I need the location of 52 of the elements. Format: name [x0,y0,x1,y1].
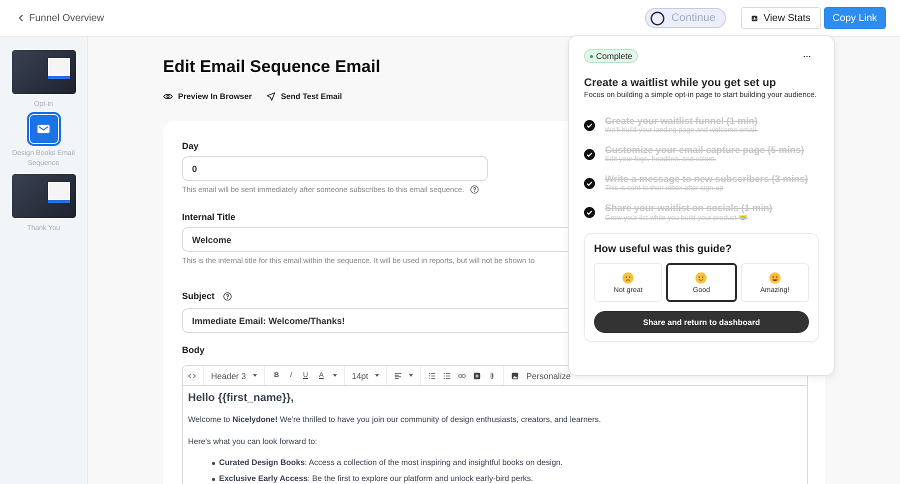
email-paragraph: Welcome to Nicelydone! We're thrilled to have you join our community of design enthusiasts, creators, and learners. [188,415,602,425]
image-icon[interactable] [511,372,520,380]
field-label: Internal Title [182,212,236,222]
field-label: Day [182,141,199,151]
chart-icon [751,14,758,22]
caret-icon [409,374,414,377]
action-link[interactable]: Send Test Email [266,91,342,101]
add-block-icon[interactable] [473,372,482,380]
email-paragraph: Here's what you can look forward to: [188,437,318,447]
email-bullet-item: Curated Design Books: Access a collection of the most inspiring and insightful books on design. [219,458,563,468]
bullet-icon [212,478,215,480]
code-view-icon[interactable] [188,372,196,380]
bullet-icon [212,462,215,464]
email-step-tile[interactable] [30,115,58,144]
field-label: Body [182,345,204,355]
send-icon [266,92,276,100]
envelope-icon [37,124,50,134]
progress-ring-icon [650,10,666,26]
align-icon[interactable] [394,372,402,380]
chevron-left-icon [18,14,24,22]
personalize-dropdown[interactable]: Personalize [526,370,571,380]
smile-emoji-icon [695,272,708,284]
page-thumbnail[interactable] [12,50,76,94]
share-return-button[interactable]: Share and return to dashboard [594,311,809,333]
eye-icon [163,92,173,100]
block-style-dropdown[interactable]: Header 3 [211,370,246,380]
page-title: Edit Email Sequence Email [163,57,382,77]
status-badge: Complete [584,49,638,63]
caret-icon [252,374,257,377]
page-thumbnail[interactable] [12,174,76,218]
caret-icon [375,374,380,377]
more-options-icon[interactable] [803,54,811,58]
email-greeting: Hello {{first_name}}, [188,392,295,405]
numbered-list-icon[interactable] [428,372,436,380]
field-label: Subject [182,291,215,301]
help-icon [222,292,232,300]
font-size-dropdown[interactable]: 14pt [352,370,368,380]
feedback-question: How useful was this guide? [594,243,733,255]
funnel-overview-link[interactable]: Funnel Overview [18,12,104,24]
frown-emoji-icon [622,272,634,284]
day-input-field[interactable]: 0 [182,156,488,181]
link-icon[interactable] [458,372,466,380]
bullet-list-icon[interactable] [443,372,452,380]
email-bullet-item: Exclusive Early Access: Be the first to explore our platform and unlock early-bird perks. [219,474,534,484]
star-eyes-emoji-icon [768,272,781,284]
status-dot-icon [590,54,593,58]
guide-title: Create a waitlist while you get set up [584,77,777,89]
attachment-icon[interactable] [488,372,496,380]
caret-icon [332,374,337,377]
help-icon [470,185,480,194]
action-link[interactable]: Preview In Browser [163,91,252,101]
view-stats-button[interactable]: View Stats [741,7,821,29]
